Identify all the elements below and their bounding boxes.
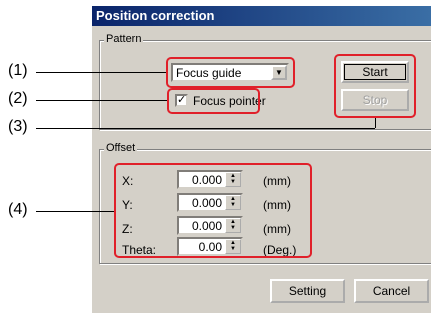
- highlight-box-start-stop: [334, 54, 416, 118]
- callout-line-2: [36, 100, 167, 101]
- highlight-box-focus-pointer: [167, 88, 260, 114]
- cancel-button[interactable]: Cancel: [354, 279, 429, 303]
- callout-2: (2): [8, 90, 28, 107]
- callout-1: (1): [8, 62, 28, 79]
- callout-line-3: [36, 128, 375, 129]
- callout-line-1: [36, 72, 166, 73]
- callout-line-3-vertical: [375, 118, 376, 128]
- highlight-box-pattern-combo: [166, 57, 295, 88]
- title-bar: Position correction: [92, 6, 431, 26]
- highlight-box-offset: [114, 163, 312, 258]
- callout-line-4: [36, 211, 114, 212]
- pattern-group-label: Pattern: [104, 33, 144, 45]
- offset-group-label: Offset: [104, 142, 138, 154]
- setting-button[interactable]: Setting: [270, 279, 345, 303]
- callout-3: (3): [8, 118, 28, 135]
- callout-4: (4): [8, 201, 28, 218]
- window-title: Position correction: [96, 8, 215, 23]
